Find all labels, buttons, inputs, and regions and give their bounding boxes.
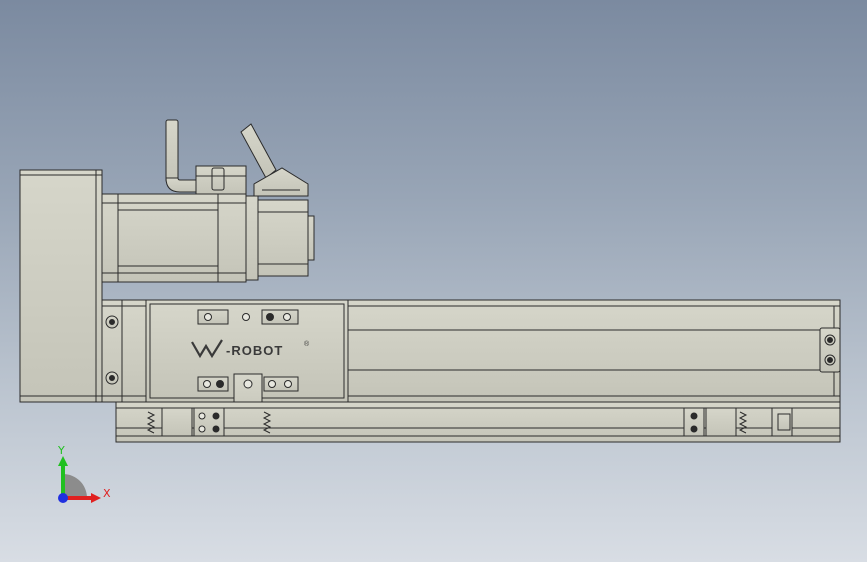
brand-logo-text: -ROBOT xyxy=(226,343,283,358)
registered-mark: ® xyxy=(304,340,310,348)
rail-screw-top xyxy=(105,315,119,329)
y-axis-label: Y xyxy=(57,444,65,457)
motor-end-cap xyxy=(19,169,103,403)
x-axis-label: X xyxy=(103,487,111,500)
rail-screw-bottom xyxy=(105,371,119,385)
power-cable-connector xyxy=(165,119,247,195)
motor-body xyxy=(101,193,315,283)
cad-viewport[interactable]: -ROBOT ® Y X xyxy=(0,0,867,562)
triad-arc xyxy=(63,474,87,498)
coordinate-triad: Y X xyxy=(57,444,111,503)
end-cap-screws xyxy=(819,327,841,373)
z-axis-dot xyxy=(58,493,68,503)
encoder-cable-connector xyxy=(240,123,309,197)
